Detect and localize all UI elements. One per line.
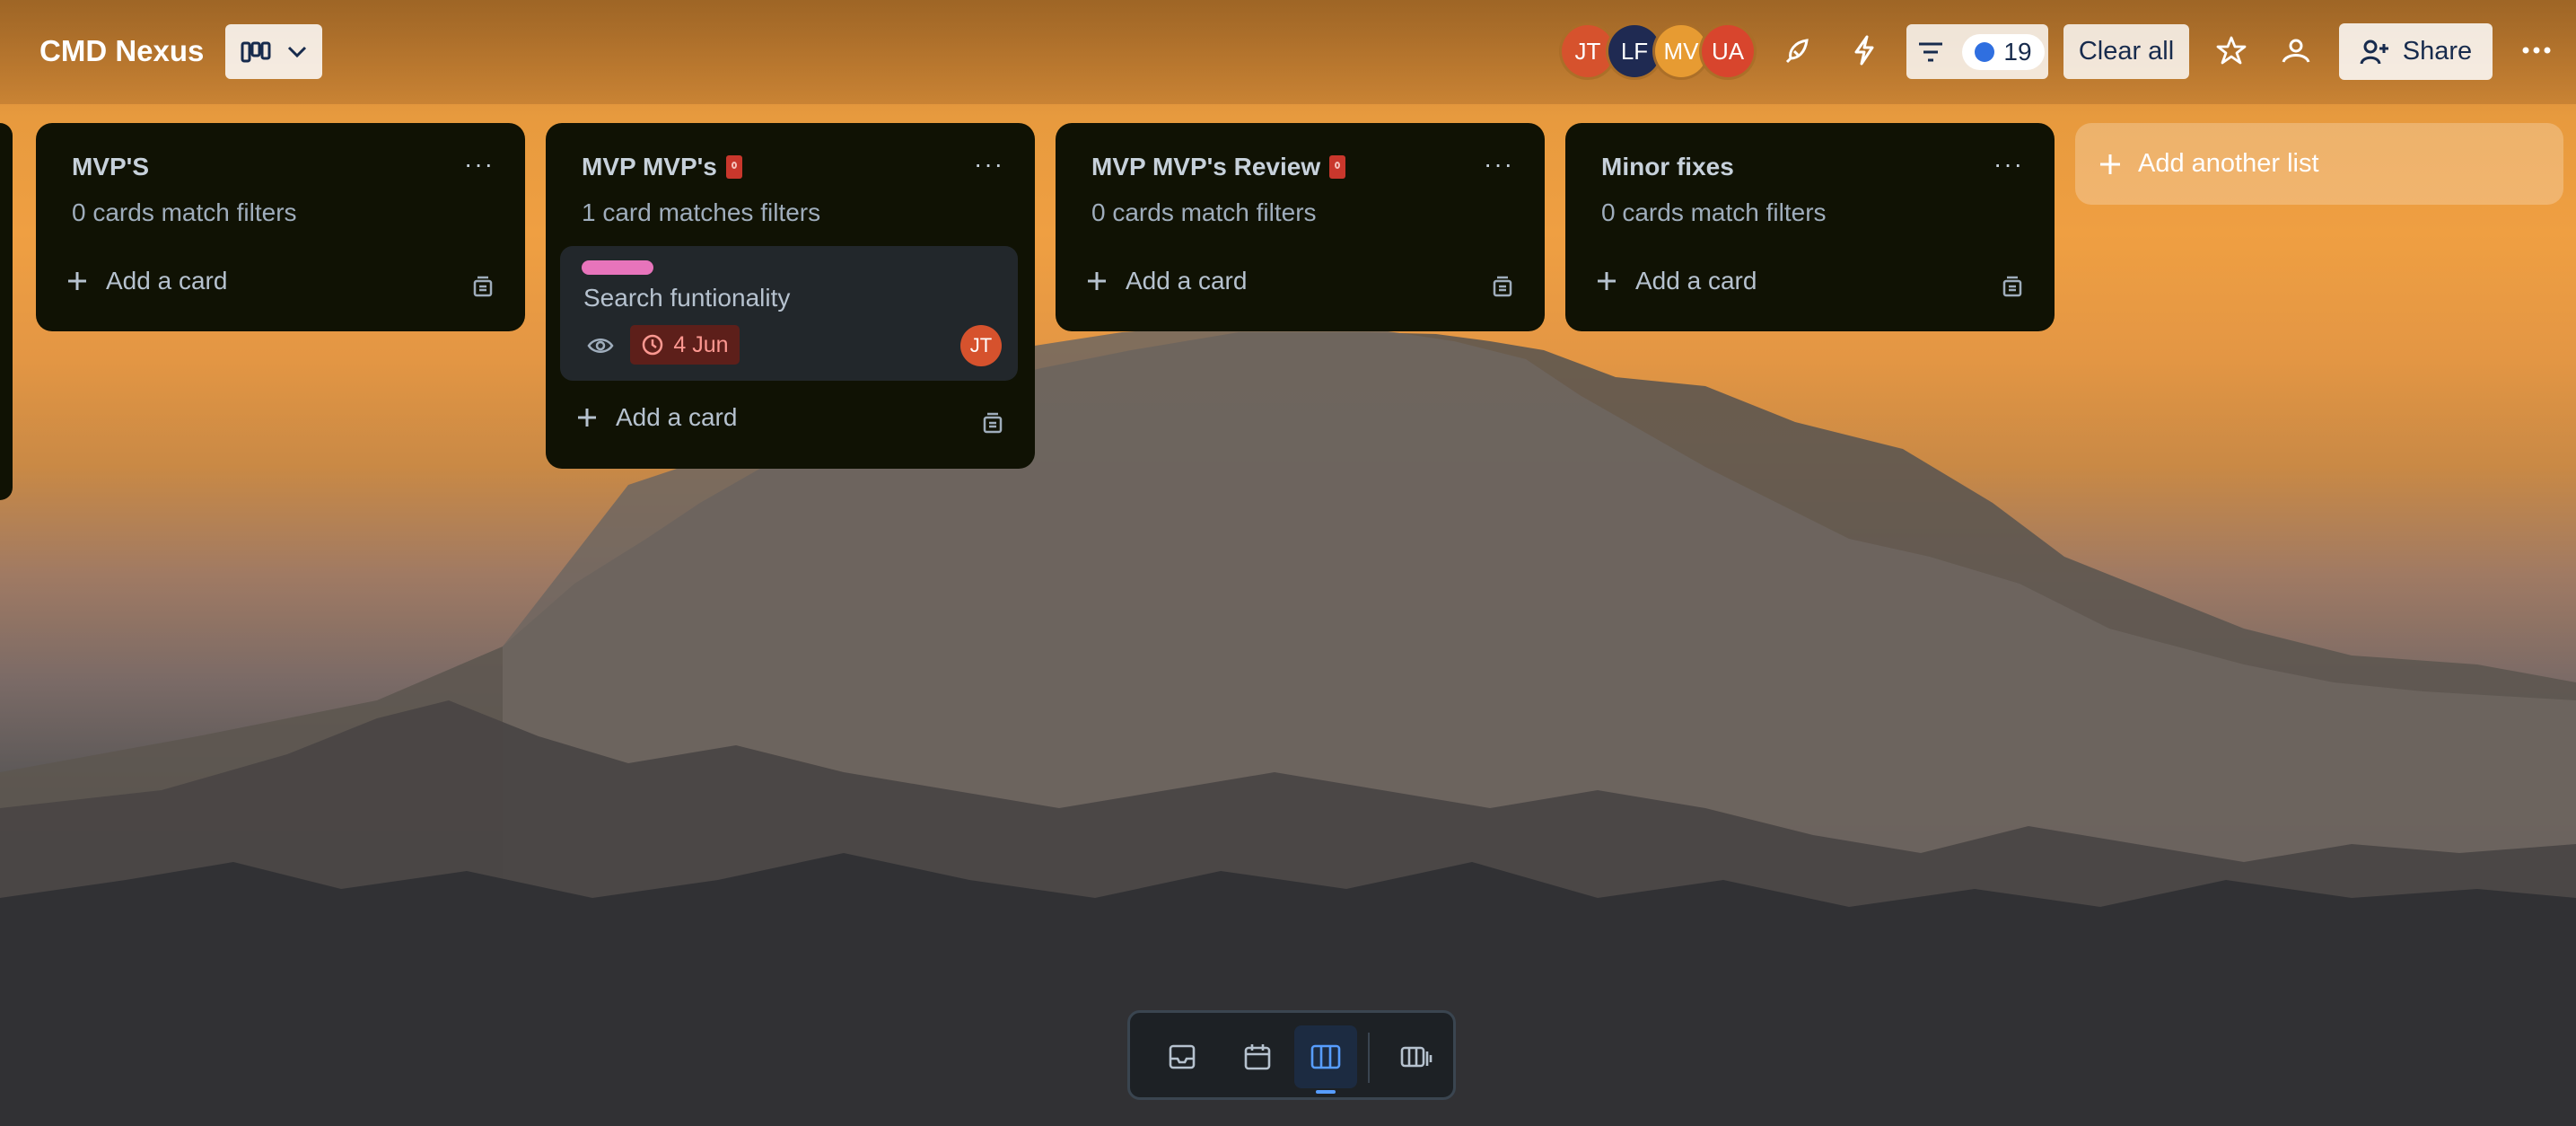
member-avatar[interactable]: JT bbox=[1562, 25, 1614, 77]
list-mvps: MVP'S ··· 0 cards match filters Add a ca… bbox=[36, 123, 525, 331]
list-filter-count: 0 cards match filters bbox=[72, 198, 297, 226]
member-avatar[interactable]: MV bbox=[1655, 25, 1707, 77]
plus-icon bbox=[1598, 272, 1616, 290]
watching-eye-icon bbox=[587, 339, 614, 353]
member-initials: JT bbox=[1574, 37, 1601, 65]
board-view-icon bbox=[241, 41, 271, 62]
list-filter-count: 0 cards match filters bbox=[1601, 198, 1827, 226]
clock-icon bbox=[643, 334, 663, 356]
filter-dot-icon bbox=[1975, 41, 1995, 62]
more-options-icon[interactable] bbox=[2517, 31, 2556, 70]
list-title-text: MVP MVP's bbox=[582, 153, 717, 180]
inbox-icon bbox=[1169, 1044, 1196, 1069]
share-label: Share bbox=[2402, 37, 2473, 66]
visibility-icon[interactable] bbox=[2276, 31, 2316, 70]
plus-icon bbox=[578, 409, 596, 427]
card-search-functionality[interactable]: Search funtionality 4 Jun JT bbox=[560, 246, 1018, 381]
list-title-text: Minor fixes bbox=[1601, 153, 1734, 180]
view-switcher-bar bbox=[1127, 1010, 1456, 1100]
member-avatar[interactable]: LF bbox=[1608, 25, 1660, 77]
list-title[interactable]: MVP MVP's Review bbox=[1091, 153, 1346, 181]
card-template-icon[interactable] bbox=[2001, 276, 2024, 299]
priority-flag-icon bbox=[1329, 155, 1346, 179]
list-minor-fixes: Minor fixes ··· 0 cards match filters Ad… bbox=[1565, 123, 2055, 331]
board-header: CMD Nexus JT LF MV UA 19 Clear all Share bbox=[0, 0, 2576, 104]
power-ups-icon[interactable] bbox=[1779, 31, 1818, 70]
member-initials: LF bbox=[1620, 37, 1649, 65]
add-card-button[interactable]: Add a card bbox=[66, 267, 227, 295]
add-member-icon bbox=[2360, 40, 2388, 65]
card-template-icon[interactable] bbox=[1491, 276, 1514, 299]
list-title[interactable]: MVP'S bbox=[72, 153, 149, 181]
board-title[interactable]: CMD Nexus bbox=[39, 34, 204, 68]
chevron-down-icon bbox=[287, 46, 307, 57]
plus-icon bbox=[68, 272, 86, 290]
automation-icon[interactable] bbox=[1844, 31, 1884, 70]
list-menu-icon[interactable]: ··· bbox=[1993, 150, 2024, 179]
card-template-icon[interactable] bbox=[471, 276, 495, 299]
add-card-label: Add a card bbox=[616, 403, 738, 431]
member-avatar[interactable]: UA bbox=[1702, 25, 1754, 77]
filter-count-badge: 19 bbox=[1962, 33, 2045, 70]
card-template-icon[interactable] bbox=[981, 412, 1004, 435]
filter-icon bbox=[1919, 42, 1942, 61]
card-member-avatar[interactable]: JT bbox=[960, 325, 1002, 366]
add-card-button[interactable]: Add a card bbox=[1086, 267, 1247, 295]
list-title[interactable]: Minor fixes bbox=[1601, 153, 1734, 181]
list-filter-count: 0 cards match filters bbox=[1091, 198, 1317, 226]
active-indicator bbox=[1316, 1090, 1336, 1094]
filter-button[interactable]: 19 bbox=[1906, 24, 2048, 79]
board-icon bbox=[1310, 1044, 1341, 1069]
add-card-button[interactable]: Add a card bbox=[1596, 267, 1757, 295]
add-card-label: Add a card bbox=[106, 267, 228, 295]
add-another-list-button[interactable]: Add another list bbox=[2075, 123, 2563, 205]
list-mvp-mvps-review: MVP MVP's Review ··· 0 cards match filte… bbox=[1056, 123, 1545, 331]
plus-icon bbox=[1088, 272, 1106, 290]
due-date-text: 4 Jun bbox=[673, 331, 729, 357]
priority-flag-icon bbox=[725, 155, 742, 179]
inbox-button[interactable] bbox=[1151, 1025, 1214, 1088]
add-card-label: Add a card bbox=[1635, 267, 1757, 295]
list-menu-icon[interactable]: ··· bbox=[1484, 150, 1514, 179]
list-title[interactable]: MVP MVP's bbox=[582, 153, 742, 181]
plus-icon bbox=[2100, 154, 2120, 174]
add-list-label: Add another list bbox=[2138, 149, 2319, 178]
board-view-switcher[interactable] bbox=[225, 24, 322, 79]
card-label bbox=[582, 260, 653, 275]
board-button[interactable] bbox=[1294, 1025, 1357, 1094]
add-card-label: Add a card bbox=[1126, 267, 1248, 295]
list-menu-icon[interactable]: ··· bbox=[974, 150, 1004, 179]
switch-boards-button[interactable] bbox=[1385, 1025, 1448, 1088]
due-date-badge[interactable]: 4 Jun bbox=[630, 325, 740, 365]
member-initials: UA bbox=[1711, 37, 1745, 65]
list-title-text: MVP MVP's Review bbox=[1091, 153, 1321, 180]
list-filter-count: 1 card matches filters bbox=[582, 198, 821, 226]
clear-all-button[interactable]: Clear all bbox=[2063, 24, 2189, 79]
divider bbox=[1368, 1033, 1370, 1083]
previous-list-edge bbox=[0, 123, 13, 500]
list-mvp-mvps: MVP MVP's ··· 1 card matches filters Sea… bbox=[546, 123, 1035, 469]
share-button[interactable]: Share bbox=[2339, 23, 2493, 80]
list-title-text: MVP'S bbox=[72, 153, 150, 180]
add-card-button[interactable]: Add a card bbox=[576, 403, 737, 432]
planner-button[interactable] bbox=[1226, 1025, 1289, 1088]
calendar-icon bbox=[1244, 1044, 1271, 1070]
filter-count: 19 bbox=[2003, 37, 2032, 66]
list-menu-icon[interactable]: ··· bbox=[464, 150, 495, 179]
member-initials: MV bbox=[1663, 37, 1699, 65]
card-title: Search funtionality bbox=[583, 284, 791, 312]
star-icon[interactable] bbox=[2212, 31, 2251, 70]
switch-boards-icon bbox=[1400, 1046, 1433, 1068]
